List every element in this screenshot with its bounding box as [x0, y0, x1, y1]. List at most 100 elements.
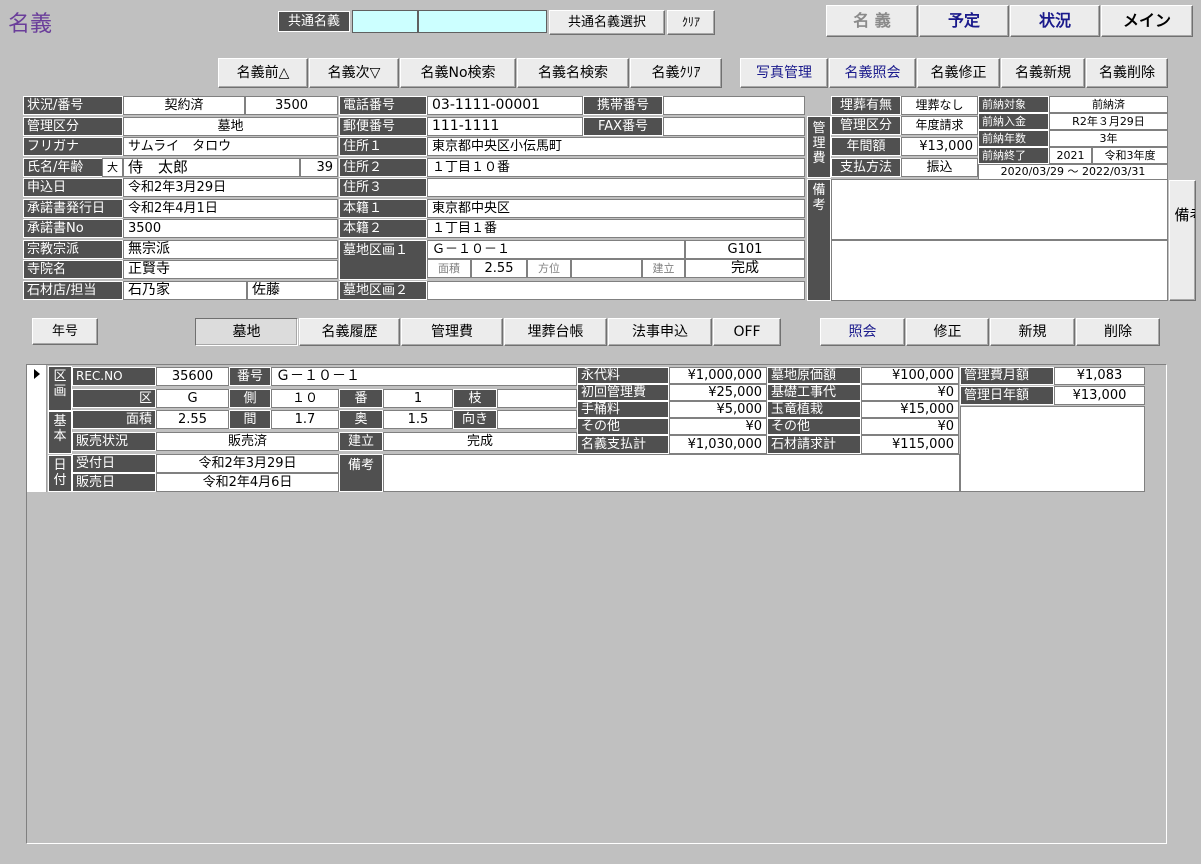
tab-burial-ledger[interactable]: 埋葬台帳 [504, 318, 607, 346]
prepay-years-field[interactable]: 3年 [1049, 130, 1168, 147]
address3-field[interactable] [427, 178, 805, 197]
photo-management-button[interactable]: 写真管理 [740, 58, 828, 88]
nav-name-button[interactable]: 名 義 [826, 5, 918, 37]
stone-shop-field[interactable]: 石乃家 [123, 281, 247, 300]
area-field[interactable]: 2.55 [471, 259, 527, 278]
inquiry-button[interactable]: 照会 [820, 318, 905, 346]
ku-field[interactable]: G [156, 389, 229, 408]
prepay-target-field[interactable]: 前納済 [1049, 96, 1168, 113]
common-name-select-button[interactable]: 共通名義選択 [549, 10, 665, 35]
name-modify-button[interactable]: 名義修正 [917, 58, 1000, 88]
common-name-input-2[interactable] [418, 10, 547, 33]
number-field[interactable]: 3500 [245, 96, 338, 115]
plot1-code-field[interactable]: G101 [685, 240, 805, 259]
plot2-field[interactable] [427, 281, 805, 300]
nav-status-button[interactable]: 状況 [1010, 5, 1100, 37]
prepay-end-year-field[interactable]: 2021 [1049, 147, 1092, 164]
prepay-period-field[interactable]: 2020/03/29 ～ 2022/03/31 [978, 164, 1168, 180]
name-prev-button[interactable]: 名義前△ [218, 58, 308, 88]
consent-date-field[interactable]: 令和2年4月1日 [123, 199, 338, 218]
delete-button[interactable]: 削除 [1076, 318, 1160, 346]
name-field[interactable]: 侍 太郎 [123, 158, 300, 177]
burial-exist-field[interactable]: 埋葬なし [901, 96, 978, 115]
direction-field[interactable] [571, 259, 642, 278]
common-name-input-1[interactable] [352, 10, 418, 33]
bango-field[interactable]: Ｇ－１０－１ [271, 367, 577, 386]
ban-field[interactable]: 1 [383, 389, 453, 408]
tamagaki-field[interactable]: ¥15,000 [861, 401, 959, 418]
phone-field[interactable]: 03-1111-00001 [427, 96, 583, 115]
first-mgmt-field[interactable]: ¥25,000 [669, 384, 767, 401]
built-field[interactable]: 完成 [685, 259, 805, 278]
grave-remark-field[interactable] [383, 454, 960, 492]
fees-other-field[interactable]: ¥0 [669, 418, 767, 435]
gawa-field[interactable]: １０ [271, 389, 339, 408]
eda-field[interactable] [497, 389, 577, 408]
age-field[interactable]: 39 [300, 158, 338, 177]
tab-grave[interactable]: 墓地 [195, 318, 298, 346]
grave-area-field[interactable]: 2.55 [156, 410, 229, 429]
honseki1-field[interactable]: 東京都中央区 [427, 199, 805, 218]
plot1-field[interactable]: Ｇ－１０－１ [427, 240, 685, 259]
name-inquiry-button[interactable]: 名義照会 [829, 58, 916, 88]
muki-field[interactable] [497, 410, 577, 429]
remarks-expand-button[interactable]: 備考拡張 [1169, 180, 1196, 301]
era-button[interactable]: 年号 [32, 318, 98, 345]
remarks-field-1[interactable] [831, 179, 1168, 240]
recno-field[interactable]: 35600 [156, 367, 229, 386]
furigana-field[interactable]: サムライ タロウ [123, 137, 338, 156]
name-search-button[interactable]: 名義名検索 [517, 58, 629, 88]
era-badge[interactable]: 大 [102, 158, 123, 177]
kiso-field[interactable]: ¥0 [861, 384, 959, 401]
name-delete-button[interactable]: 名義削除 [1086, 58, 1168, 88]
stone-other-field[interactable]: ¥0 [861, 418, 959, 435]
tab-memorial-application[interactable]: 法事申込 [608, 318, 712, 346]
recv-date-field[interactable]: 令和2年3月29日 [156, 454, 339, 473]
sale-status-field[interactable]: 販売済 [156, 432, 339, 451]
nav-main-button[interactable]: メイン [1101, 5, 1193, 37]
bango-label: 番号 [229, 367, 271, 386]
tab-off[interactable]: OFF [713, 318, 781, 346]
oku-field[interactable]: 1.5 [383, 410, 453, 429]
honseki2-field[interactable]: １丁目１番 [427, 219, 805, 238]
name-no-search-button[interactable]: 名義No検索 [400, 58, 516, 88]
address2-field[interactable]: １丁目１０番 [427, 158, 805, 177]
fax-field[interactable] [663, 117, 805, 136]
cost-field[interactable]: ¥100,000 [861, 367, 959, 384]
prepay-income-field[interactable]: R2年３月29日 [1049, 113, 1168, 130]
mobile-field[interactable] [663, 96, 805, 115]
prepay-end-era-field[interactable]: 令和3年度 [1092, 147, 1168, 164]
daily-year-fee-field[interactable]: ¥13,000 [1054, 386, 1145, 405]
address1-field[interactable]: 東京都中央区小伝馬町 [427, 137, 805, 156]
religion-field[interactable]: 無宗派 [123, 240, 338, 259]
modify-button[interactable]: 修正 [906, 318, 989, 346]
staff-field[interactable]: 佐藤 [247, 281, 338, 300]
name-payment-total-field[interactable]: ¥1,030,000 [669, 435, 767, 454]
sold-date-field[interactable]: 令和2年4月6日 [156, 473, 339, 492]
remarks-field-2[interactable] [831, 240, 1168, 301]
annual-amount-field[interactable]: ¥13,000 [901, 137, 978, 156]
apply-date-field[interactable]: 令和2年3月29日 [123, 178, 338, 197]
new-button[interactable]: 新規 [990, 318, 1075, 346]
stone-billing-total-field[interactable]: ¥115,000 [861, 435, 959, 454]
mgmt-category-field[interactable]: 墓地 [123, 117, 338, 136]
status-field[interactable]: 契約済 [123, 96, 245, 115]
tab-name-history[interactable]: 名義履歴 [299, 318, 400, 346]
pay-method-field[interactable]: 振込 [901, 158, 978, 177]
name-new-button[interactable]: 名義新規 [1001, 58, 1085, 88]
nav-schedule-button[interactable]: 予定 [919, 5, 1009, 37]
ma-field[interactable]: 1.7 [271, 410, 339, 429]
tesuu-field[interactable]: ¥5,000 [669, 401, 767, 418]
temple-field[interactable]: 正賢寺 [123, 260, 338, 279]
tab-mgmt-fee[interactable]: 管理費 [401, 318, 503, 346]
grave-built-field[interactable]: 完成 [383, 432, 577, 451]
postal-field[interactable]: 111-1111 [427, 117, 583, 136]
monthly-fee-field[interactable]: ¥1,083 [1054, 367, 1145, 385]
name-next-button[interactable]: 名義次▽ [309, 58, 399, 88]
name-clear-button[interactable]: 名義ｸﾘｱ [630, 58, 722, 88]
consent-no-field[interactable]: 3500 [123, 219, 338, 238]
common-name-clear-button[interactable]: ｸﾘｱ [667, 10, 715, 35]
record-selector[interactable] [27, 365, 47, 492]
eidai-field[interactable]: ¥1,000,000 [669, 367, 767, 384]
burial-mgmt-field[interactable]: 年度請求 [901, 116, 978, 135]
